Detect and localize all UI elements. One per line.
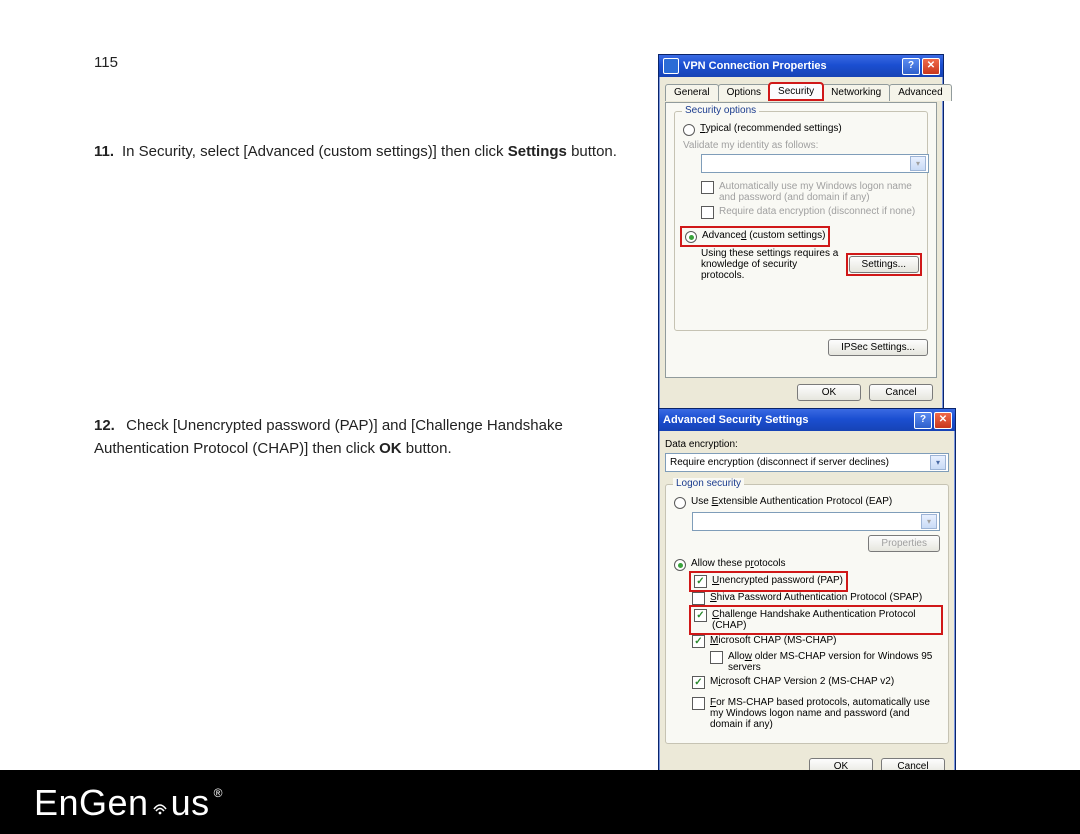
tab-strip: General Options Security Networking Adva… xyxy=(665,83,937,100)
tab-options[interactable]: Options xyxy=(718,84,770,101)
validate-identity-label: Validate my identity as follows: xyxy=(683,140,919,151)
advanced-security-settings-dialog: Advanced Security Settings ? ✕ Data encr… xyxy=(658,408,956,784)
spap-label: Shiva Password Authentication Protocol (… xyxy=(710,592,922,603)
dialog-titlebar[interactable]: VPN Connection Properties ? ✕ xyxy=(659,55,943,77)
settings-button-highlight: Settings... xyxy=(849,256,919,273)
mschap-label: Microsoft CHAP (MS-CHAP) xyxy=(710,635,837,646)
chap-checkbox[interactable]: Challenge Handshake Authentication Proto… xyxy=(692,608,940,632)
tab-advanced[interactable]: Advanced xyxy=(889,84,951,101)
chap-highlight: Challenge Handshake Authentication Proto… xyxy=(692,608,940,632)
step-11-number: 11. xyxy=(94,140,122,163)
step-11-bold: Settings xyxy=(508,143,567,160)
allow-protocols-radio[interactable]: Allow these protocols xyxy=(674,558,940,571)
data-encryption-label: Data encryption: xyxy=(665,439,949,450)
ok-button[interactable]: OK xyxy=(797,384,861,401)
data-encryption-value: Require encryption (disconnect if server… xyxy=(670,457,889,468)
window-icon xyxy=(663,58,679,74)
eap-combo: ▾ xyxy=(692,512,940,531)
page-number: 115 xyxy=(94,54,118,71)
use-eap-label: Use Extensible Authentication Protocol (… xyxy=(691,496,892,507)
mschapv2-label: Microsoft CHAP Version 2 (MS-CHAP v2) xyxy=(710,676,894,687)
step-12-text-before: Check [Unencrypted password (PAP)] and [… xyxy=(94,417,563,457)
vpn-connection-properties-dialog: VPN Connection Properties ? ✕ General Op… xyxy=(658,54,944,410)
dialog-titlebar[interactable]: Advanced Security Settings ? ✕ xyxy=(659,409,955,431)
dialog-title: VPN Connection Properties xyxy=(683,60,827,72)
mschap-older-label: Allow older MS-CHAP version for Windows … xyxy=(728,651,940,673)
step-12-bold: OK xyxy=(379,440,402,457)
step-11-text-before: In Security, select [Advanced (custom se… xyxy=(122,143,508,160)
mschap-autologon-checkbox[interactable]: For MS-CHAP based protocols, automatical… xyxy=(692,697,940,730)
step-11-text-after: button. xyxy=(567,143,617,160)
mschap-checkbox[interactable]: Microsoft CHAP (MS-CHAP) xyxy=(692,635,940,648)
step-11: 11.In Security, select [Advanced (custom… xyxy=(94,140,634,163)
step-12: 12. Check [Unencrypted password (PAP)] a… xyxy=(94,414,634,461)
typical-radio[interactable]: Typical (recommended settings) xyxy=(683,123,919,136)
spap-checkbox[interactable]: Shiva Password Authentication Protocol (… xyxy=(692,592,940,605)
close-button[interactable]: ✕ xyxy=(922,58,940,75)
cancel-button[interactable]: Cancel xyxy=(869,384,933,401)
settings-button[interactable]: Settings... xyxy=(849,256,919,273)
help-button[interactable]: ? xyxy=(902,58,920,75)
tab-security[interactable]: Security xyxy=(769,83,823,100)
footer: EnGenus® xyxy=(0,770,1080,834)
brand-logo: EnGenus® xyxy=(34,782,223,824)
typical-radio-label: Typical (recommended settings) xyxy=(700,123,842,134)
chevron-down-icon: ▾ xyxy=(910,156,926,171)
dialog-title: Advanced Security Settings xyxy=(663,414,809,426)
ipsec-settings-button[interactable]: IPSec Settings... xyxy=(828,339,928,356)
mschap-autologon-label: For MS-CHAP based protocols, automatical… xyxy=(710,697,940,730)
require-encryption-checkbox: Require data encryption (disconnect if n… xyxy=(701,206,919,219)
step-12-text-after: button. xyxy=(402,440,452,457)
advanced-hint: Using these settings requires a knowledg… xyxy=(701,248,843,281)
wifi-icon xyxy=(151,787,169,817)
security-options-group-label: Security options xyxy=(682,105,759,116)
tab-general[interactable]: General xyxy=(665,84,719,101)
mschapv2-checkbox[interactable]: Microsoft CHAP Version 2 (MS-CHAP v2) xyxy=(692,676,940,689)
pap-label: Unencrypted password (PAP) xyxy=(712,575,843,586)
require-encryption-label: Require data encryption (disconnect if n… xyxy=(719,206,915,217)
chevron-down-icon: ▾ xyxy=(921,514,937,529)
chap-label: Challenge Handshake Authentication Proto… xyxy=(712,609,938,631)
chevron-down-icon: ▾ xyxy=(930,455,946,470)
step-12-number: 12. xyxy=(94,414,122,437)
logon-security-group-label: Logon security xyxy=(673,478,744,489)
close-button[interactable]: ✕ xyxy=(934,412,952,429)
data-encryption-combo[interactable]: Require encryption (disconnect if server… xyxy=(665,453,949,472)
use-eap-radio[interactable]: Use Extensible Authentication Protocol (… xyxy=(674,496,940,509)
advanced-radio-label: Advanced (custom settings) xyxy=(702,230,825,241)
validate-identity-combo: ▾ xyxy=(701,154,929,173)
pap-highlight: Unencrypted password (PAP) xyxy=(692,574,845,589)
mschap-older-checkbox[interactable]: Allow older MS-CHAP version for Windows … xyxy=(710,651,940,673)
allow-protocols-label: Allow these protocols xyxy=(691,558,786,569)
auto-logon-checkbox: Automatically use my Windows logon name … xyxy=(701,181,919,203)
pap-checkbox[interactable]: Unencrypted password (PAP) xyxy=(692,574,845,589)
advanced-radio[interactable]: Advanced (custom settings) xyxy=(683,229,827,244)
eap-properties-button: Properties xyxy=(868,535,940,552)
auto-logon-label: Automatically use my Windows logon name … xyxy=(719,181,919,203)
advanced-radio-highlight: Advanced (custom settings) xyxy=(683,229,827,244)
help-button[interactable]: ? xyxy=(914,412,932,429)
tab-networking[interactable]: Networking xyxy=(822,84,890,101)
